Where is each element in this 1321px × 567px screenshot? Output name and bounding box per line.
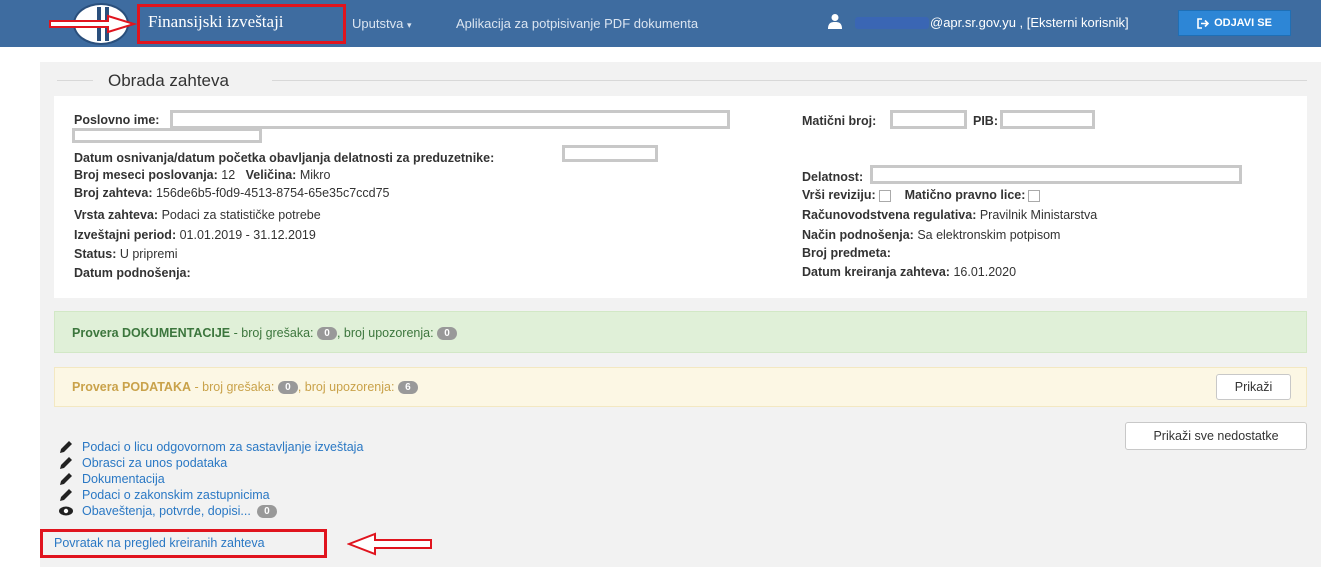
delatnost-label: Delatnost: <box>802 170 864 184</box>
warnings-count-badge: 0 <box>437 327 458 341</box>
link-label: Podaci o licu odgovornom za sastavljanje… <box>82 440 364 454</box>
pencil-icon <box>60 457 72 469</box>
caret-down-icon: ▾ <box>406 20 412 30</box>
redacted-username <box>855 17 929 29</box>
pencil-icon <box>60 489 72 501</box>
annotation-highlight-brand <box>137 4 346 44</box>
link-dokumentacija[interactable]: Dokumentacija <box>58 471 165 487</box>
vrsta-zahteva-row: Vrsta zahteva: Podaci za statističke pot… <box>74 208 321 222</box>
link-obrasci[interactable]: Obrasci za unos podataka <box>58 455 227 471</box>
pib-label: PIB: <box>973 114 998 128</box>
errors-count-badge: 0 <box>277 381 298 395</box>
alert-dokumentacija: Provera DOKUMENTACIJE - broj grešaka: 0,… <box>54 311 1307 353</box>
status-row: Status: U pripremi <box>74 247 178 261</box>
redacted-delatnost <box>870 165 1242 184</box>
logout-label: ODJAVI SE <box>1214 17 1272 29</box>
sign-out-icon <box>1197 17 1210 29</box>
annotation-highlight-back-link <box>40 529 327 558</box>
vrsi-reviziju-checkbox[interactable] <box>878 189 891 202</box>
user-icon <box>828 14 842 29</box>
link-obavestenja[interactable]: Obaveštenja, potvrde, dopisi... 0 <box>58 503 277 519</box>
link-label: Dokumentacija <box>82 472 165 486</box>
user-account-text: @apr.sr.gov.yu , [Eksterni korisnik] <box>930 15 1129 30</box>
annotation-arrow-left-icon <box>347 532 432 556</box>
redacted-poslovno-ime-2 <box>72 128 262 143</box>
poslovno-ime-label: Poslovno ime: <box>74 113 160 127</box>
link-label: Podaci o zakonskim zastupnicima <box>82 488 270 502</box>
menu-uputstva-label: Uputstva <box>352 16 404 31</box>
logout-button[interactable]: ODJAVI SE <box>1178 10 1291 36</box>
revizija-row: Vrši reviziju: Matično pravno lice: <box>802 188 1041 202</box>
menu-uputstva[interactable]: Uputstva ▾ <box>352 16 411 31</box>
alert-podataka: Provera PODATAKA - broj grešaka: 0, broj… <box>54 367 1307 407</box>
redacted-datum-osnivanja <box>562 145 658 162</box>
broj-zahteva-row: Broj zahteva: 156de6b5-f0d9-4513-8754-65… <box>74 186 390 200</box>
racunovodstvena-row: Računovodstvena regulativa: Pravilnik Mi… <box>802 208 1098 222</box>
datum-kreiranja-row: Datum kreiranja zahteva: 16.01.2020 <box>802 265 1017 279</box>
maticno-pravno-lice-checkbox[interactable] <box>1028 189 1041 202</box>
eye-icon <box>59 506 73 516</box>
section-title: Obrada zahteva <box>102 71 235 91</box>
nacin-podnosenja-row: Način podnošenja: Sa elektronskim potpis… <box>802 228 1061 242</box>
redacted-pib <box>1000 110 1095 129</box>
divider <box>57 80 93 81</box>
pencil-icon <box>60 441 72 453</box>
menu-aplikacija-pdf[interactable]: Aplikacija za potpisivanje PDF dokumenta <box>456 16 698 31</box>
alert-podataka-text: Provera PODATAKA - broj grešaka: 0, broj… <box>72 380 418 395</box>
warnings-count-badge: 6 <box>397 381 418 395</box>
izvestajni-period-row: Izveštajni period: 01.01.2019 - 31.12.20… <box>74 228 316 242</box>
redacted-poslovno-ime <box>170 110 730 129</box>
datum-osnivanja-label: Datum osnivanja/datum početka obavljanja… <box>74 151 495 165</box>
link-zakonski-zastupnici[interactable]: Podaci o zakonskim zastupnicima <box>58 487 270 503</box>
link-label: Obaveštenja, potvrde, dopisi... <box>82 504 251 518</box>
maticni-broj-label: Matični broj: <box>802 114 877 128</box>
errors-count-badge: 0 <box>316 327 337 341</box>
broj-predmeta-row: Broj predmeta: <box>802 246 891 260</box>
show-all-issues-button[interactable]: Prikaži sve nedostatke <box>1125 422 1307 450</box>
alert-dokumentacija-text: Provera DOKUMENTACIJE - broj grešaka: 0,… <box>72 326 458 341</box>
pencil-icon <box>60 473 72 485</box>
link-label: Obrasci za unos podataka <box>82 456 228 470</box>
divider <box>272 80 1307 81</box>
broj-meseci-row: Broj meseci poslovanja: 12 Veličina: Mik… <box>74 168 331 182</box>
datum-podnosenja-row: Datum podnošenja: <box>74 266 191 280</box>
redacted-maticni-broj <box>890 110 967 129</box>
link-odgovorno-lice[interactable]: Podaci o licu odgovornom za sastavljanje… <box>58 439 363 455</box>
obavestenja-count-badge: 0 <box>256 504 277 518</box>
annotation-arrow-icon <box>49 14 138 34</box>
prikazi-button[interactable]: Prikaži <box>1216 374 1291 400</box>
